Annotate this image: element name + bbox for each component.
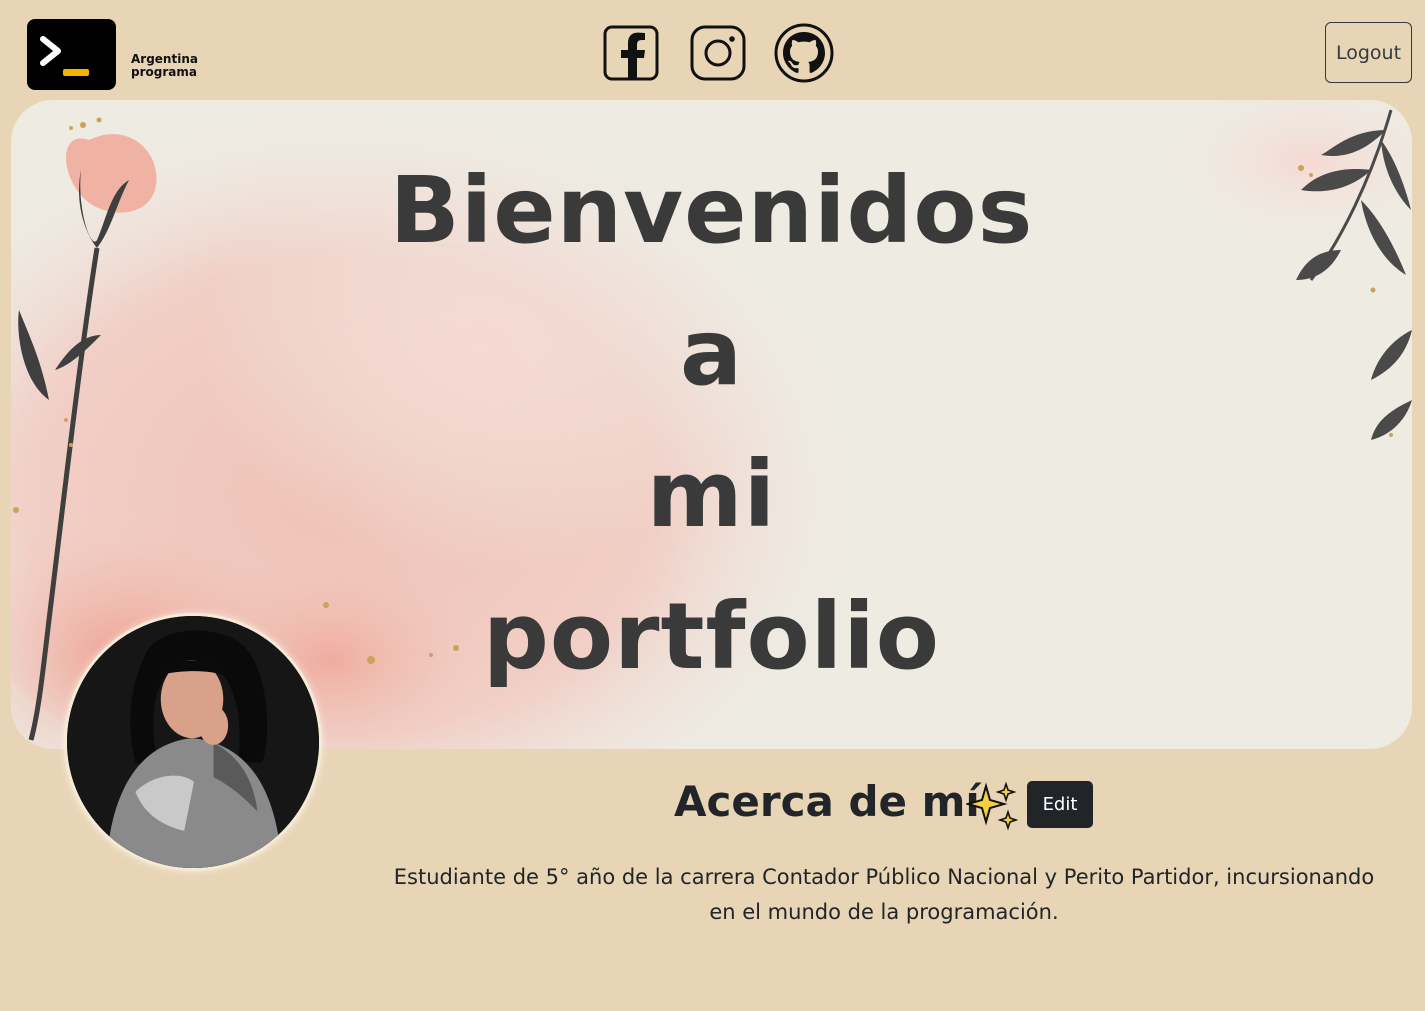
instagram-icon (690, 25, 746, 81)
github-icon (774, 23, 834, 83)
logo-line2: programa (131, 65, 197, 79)
banner-title-line: Bienvenidos (389, 157, 1034, 264)
about-description: Estudiante de 5° año de la carrera Conta… (393, 865, 1375, 924)
logout-button[interactable]: Logout (1325, 22, 1412, 83)
logo-text: Argentina programa (131, 53, 198, 79)
profile-avatar (64, 613, 322, 871)
edit-about-button[interactable]: Edit (1027, 781, 1093, 828)
about-title: Acerca de mí (674, 777, 980, 826)
argentina-programa-logo[interactable] (27, 19, 116, 90)
facebook-link[interactable] (600, 22, 662, 84)
sparkles-icon (966, 782, 1018, 830)
instagram-link[interactable] (687, 22, 749, 84)
github-link[interactable] (773, 22, 835, 84)
banner-title-line: mi (646, 441, 777, 548)
profile-photo (67, 616, 319, 868)
navbar: Argentina programa Logout (0, 0, 1425, 100)
facebook-icon (603, 25, 659, 81)
banner-title-line: a (679, 299, 744, 406)
terminal-prompt-icon (40, 36, 89, 76)
